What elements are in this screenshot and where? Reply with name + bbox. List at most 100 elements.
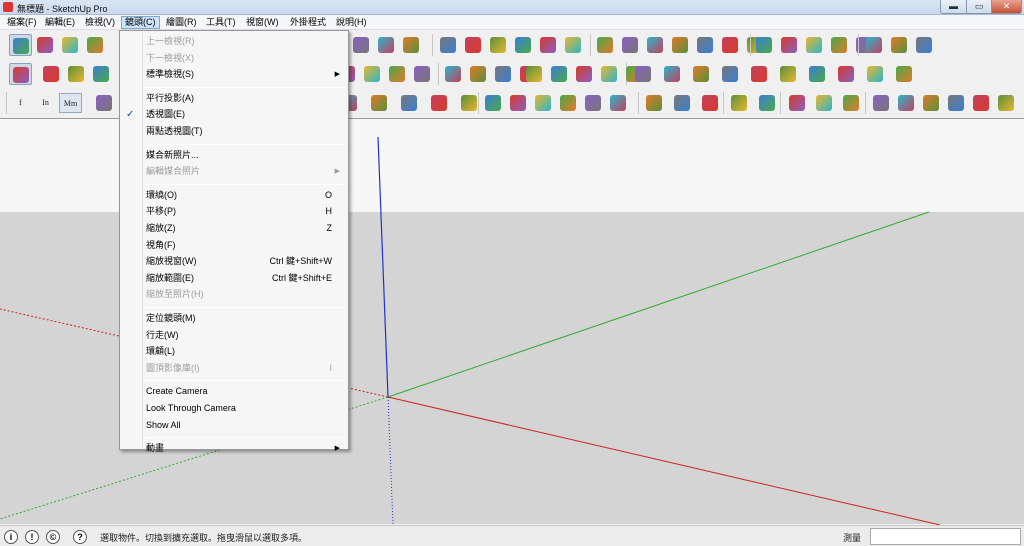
menu-view[interactable]: 檢視(V)	[82, 16, 118, 29]
toolbar-tool-button[interactable]	[532, 92, 555, 114]
menu-window[interactable]: 視窗(W)	[243, 16, 282, 29]
toolbar-tool-button[interactable]	[350, 34, 373, 56]
toolbar-tool-button[interactable]	[728, 92, 751, 114]
toolbar-tool-button[interactable]	[400, 34, 423, 56]
toolbar-tool-button[interactable]	[864, 63, 887, 85]
toolbar-tool-button[interactable]	[920, 92, 943, 114]
toolbar-tool-button[interactable]	[644, 34, 667, 56]
menu-file[interactable]: 檔案(F)	[4, 16, 40, 29]
toolbar-tool-button[interactable]	[40, 63, 63, 85]
toolbar-tool-button[interactable]	[888, 34, 911, 56]
toolbar-tool-button[interactable]	[598, 63, 621, 85]
toolbar-tool-button[interactable]	[632, 63, 655, 85]
close-button[interactable]: ✕	[991, 0, 1022, 14]
camera-menu-item[interactable]: Show All	[120, 418, 348, 433]
toolbar-tool-button[interactable]	[893, 63, 916, 85]
toolbar-text-button[interactable]: In	[34, 93, 57, 113]
toolbar-tool-button[interactable]	[59, 34, 82, 56]
toolbar-tool-button[interactable]	[719, 63, 742, 85]
toolbar-tool-button[interactable]	[386, 63, 409, 85]
toolbar-tool-button[interactable]	[786, 92, 809, 114]
menu-draw[interactable]: 繪圖(R)	[163, 16, 200, 29]
camera-menu-item[interactable]: 兩點透視圖(T)	[120, 124, 348, 139]
toolbar-tool-button[interactable]	[582, 92, 605, 114]
toolbar-tool-button[interactable]	[970, 92, 993, 114]
toolbar-tool-button[interactable]	[487, 34, 510, 56]
toolbar-tool-button[interactable]	[619, 34, 642, 56]
toolbar-tool-button[interactable]	[482, 92, 505, 114]
camera-menu-item[interactable]: 縮放視窗(W) Ctrl 鍵+Shift+W	[120, 254, 348, 269]
camera-menu-item[interactable]: 媒合新照片...	[120, 148, 348, 163]
toolbar-tool-button[interactable]	[398, 92, 421, 114]
camera-menu-item[interactable]: 平移(P) H	[120, 204, 348, 219]
toolbar-tool-button[interactable]	[895, 92, 918, 114]
toolbar-tool-button[interactable]	[835, 63, 858, 85]
camera-menu-item[interactable]: ✓ 透視圖(E)	[120, 107, 348, 122]
toolbar-tool-button[interactable]	[548, 63, 571, 85]
camera-menu-item[interactable]: 縮放範圍(E) Ctrl 鍵+Shift+E	[120, 271, 348, 286]
toolbar-tool-button[interactable]	[995, 92, 1018, 114]
camera-menu-item[interactable]: 環顧(L)	[120, 344, 348, 359]
toolbar-tool-button[interactable]	[803, 34, 826, 56]
info-icon[interactable]: i	[4, 530, 18, 544]
toolbar-tool-button[interactable]	[945, 92, 968, 114]
toolbar-tool-button[interactable]	[828, 34, 851, 56]
toolbar-tool-button[interactable]	[462, 34, 485, 56]
toolbar-tool-button[interactable]	[694, 34, 717, 56]
select-tool-button[interactable]	[9, 34, 32, 56]
camera-menu-item[interactable]: 環繞(O) O	[120, 188, 348, 203]
toolbar-tool-button[interactable]	[840, 92, 863, 114]
toolbar-tool-button[interactable]	[557, 92, 580, 114]
copyright-icon[interactable]: ©	[46, 530, 60, 544]
help-icon[interactable]: ?	[73, 530, 87, 544]
toolbar-tool-button[interactable]	[442, 63, 465, 85]
camera-menu-item[interactable]: Create Camera	[120, 384, 348, 399]
toolbar-tool-button[interactable]	[643, 92, 666, 114]
minimize-button[interactable]: ▬	[940, 0, 967, 14]
toolbar-tool-button[interactable]	[661, 63, 684, 85]
menu-tools[interactable]: 工具(T)	[203, 16, 239, 29]
toolbar-tool-button[interactable]	[806, 63, 829, 85]
toolbar-tool-button[interactable]	[437, 34, 460, 56]
toolbar-tool-button[interactable]	[863, 34, 886, 56]
toolbar-tool-button[interactable]	[913, 34, 936, 56]
toolbar-tool-button[interactable]	[84, 34, 107, 56]
menu-help[interactable]: 說明(H)	[333, 16, 370, 29]
camera-menu-item[interactable]: 行走(W)	[120, 328, 348, 343]
toolbar-tool-button[interactable]	[690, 63, 713, 85]
camera-menu-item[interactable]: 定位鏡頭(M)	[120, 311, 348, 326]
toolbar-tool-button[interactable]	[778, 34, 801, 56]
camera-menu-item[interactable]: 視角(F)	[120, 238, 348, 253]
toolbar-tool-button[interactable]	[813, 92, 836, 114]
toolbar-tool-button[interactable]	[512, 34, 535, 56]
camera-menu-item[interactable]: 平行投影(A)	[120, 91, 348, 106]
toolbar-tool-button[interactable]	[428, 92, 451, 114]
toolbar-tool-button[interactable]	[93, 92, 116, 114]
toolbar-tool-button[interactable]	[523, 63, 546, 85]
select-tool-button-2[interactable]	[9, 63, 32, 85]
toolbar-tool-button[interactable]	[671, 92, 694, 114]
toolbar-tool-button[interactable]	[777, 63, 800, 85]
toolbar-tool-button[interactable]	[537, 34, 560, 56]
warning-icon[interactable]: !	[25, 530, 39, 544]
toolbar-tool-button[interactable]	[669, 34, 692, 56]
toolbar-tool-button[interactable]	[361, 63, 384, 85]
toolbar-tool-button[interactable]	[756, 92, 779, 114]
toolbar-tool-button[interactable]	[411, 63, 434, 85]
toolbar-text-button[interactable]: Mm	[59, 93, 82, 113]
toolbar-tool-button[interactable]	[507, 92, 530, 114]
toolbar-tool-button[interactable]	[753, 34, 776, 56]
toolbar-tool-button[interactable]	[90, 63, 113, 85]
sketchup-app-icon[interactable]	[3, 2, 13, 12]
toolbar-tool-button[interactable]	[573, 63, 596, 85]
camera-menu-item[interactable]: Look Through Camera	[120, 401, 348, 416]
maximize-button[interactable]: ▭	[966, 0, 992, 14]
toolbar-tool-button[interactable]	[368, 92, 391, 114]
camera-menu-item[interactable]: 動畫 ▶	[120, 441, 348, 456]
toolbar-tool-button[interactable]	[719, 34, 742, 56]
toolbar-tool-button[interactable]	[34, 34, 57, 56]
camera-menu-item[interactable]: 標準檢視(S) ▶	[120, 67, 348, 82]
camera-menu-item[interactable]: 縮放(Z) Z	[120, 221, 348, 236]
measure-input[interactable]	[870, 528, 1021, 545]
toolbar-tool-button[interactable]	[65, 63, 88, 85]
